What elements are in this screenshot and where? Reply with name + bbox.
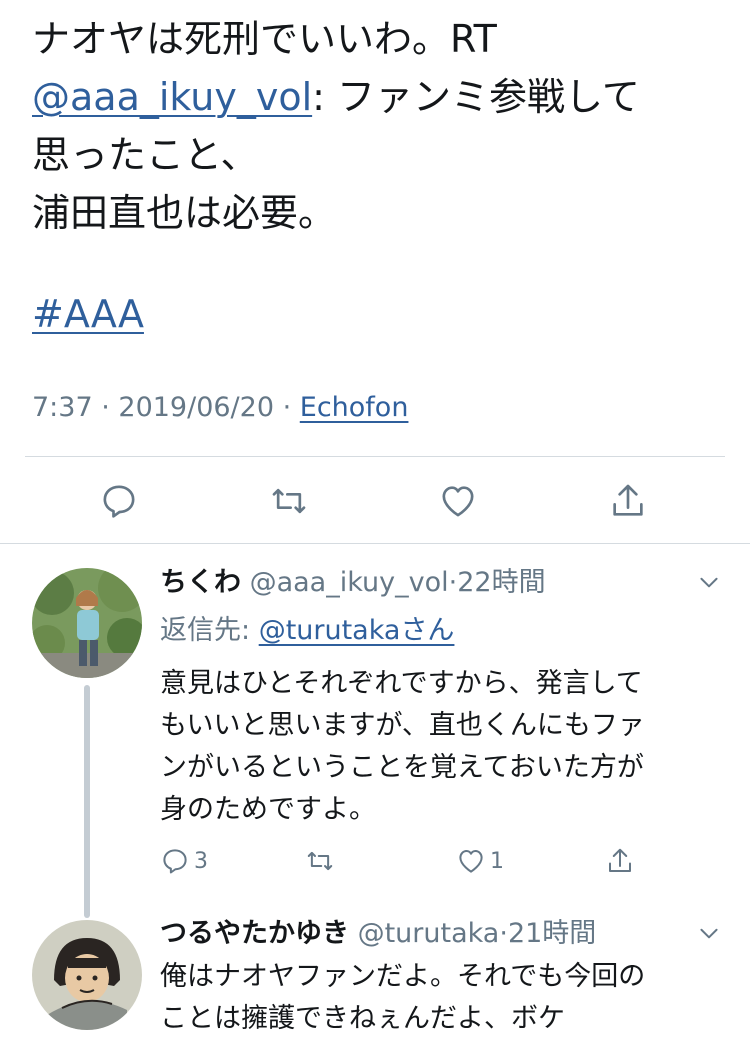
reply-tweet[interactable]: ちくわ @aaa_ikuy_vol·22時間 返信先: @turutakaさん … xyxy=(0,543,750,915)
reply-button[interactable]: 3 xyxy=(160,843,208,879)
user-handle[interactable]: @turutaka xyxy=(358,918,500,949)
tweet-line-2: @aaa_ikuy_vol: ファンミ参戦して xyxy=(32,68,732,126)
thread-line xyxy=(84,908,90,918)
like-button[interactable]: 1 xyxy=(456,843,504,879)
reply-line: 俺はナオヤファンだよ。それでも今回の xyxy=(160,961,646,992)
reply-header: つるやたかゆき @turutaka·21時間 xyxy=(160,916,596,952)
retweet-button[interactable] xyxy=(266,478,312,524)
avatar[interactable] xyxy=(32,920,142,1030)
avatar[interactable] xyxy=(32,568,142,678)
like-count: 1 xyxy=(490,848,504,874)
reply-icon xyxy=(163,849,187,874)
dot-separator: · xyxy=(448,567,458,598)
reply-line: 身のためですよ。 xyxy=(160,794,376,825)
tweet-text: ナオヤは死刑でいいわ。RT @aaa_ikuy_vol: ファンミ参戦して 思っ… xyxy=(32,10,732,242)
reply-button[interactable] xyxy=(96,478,142,524)
tweet-line-4: 浦田直也は必要。 xyxy=(32,191,337,235)
hashtag-row: #AAA xyxy=(32,288,144,340)
divider xyxy=(25,456,725,457)
meta-separator-2: · xyxy=(274,392,300,423)
hashtag-link[interactable]: #AAA xyxy=(32,292,144,336)
display-name[interactable]: つるやたかゆき xyxy=(160,918,349,949)
reply-time: 22時間 xyxy=(457,567,546,598)
reply-text: 俺はナオヤファンだよ。それでも今回の ことは擁護できねぇんだよ、ボケ xyxy=(160,956,720,1040)
reply-line: ことは擁護できねぇんだよ、ボケ xyxy=(160,1003,565,1034)
more-options-button[interactable] xyxy=(694,918,724,948)
tweet-actions xyxy=(0,470,750,530)
avatar-photo xyxy=(32,568,142,678)
reply-actions: 3 1 xyxy=(160,843,720,883)
reply-line: もいいと思いますが、直也くんにもファ xyxy=(160,710,645,741)
display-name[interactable]: ちくわ xyxy=(160,567,241,598)
user-handle[interactable]: @aaa_ikuy_vol xyxy=(250,567,449,598)
reply-tweet[interactable]: つるやたかゆき @turutaka·21時間 俺はナオヤファンだよ。それでも今回… xyxy=(0,908,750,1047)
replying-prefix: 返信先: xyxy=(160,615,259,646)
tweet-date: 2019/06/20 xyxy=(118,392,275,423)
heart-icon xyxy=(442,486,474,517)
tweet-meta: 7:37 · 2019/06/20 · Echofon xyxy=(32,390,408,426)
heart-icon xyxy=(459,850,483,873)
tweet-line-1: ナオヤは死刑でいいわ。RT xyxy=(32,17,497,61)
chevron-down-icon xyxy=(700,577,718,588)
chevron-down-icon xyxy=(700,928,718,939)
share-icon xyxy=(609,848,631,872)
tweet-line-2-rest: : ファンミ参戦して xyxy=(312,75,640,119)
more-options-button[interactable] xyxy=(694,567,724,597)
tweet-line-3: 思ったこと、 xyxy=(32,133,259,177)
reply-icon xyxy=(103,485,135,518)
meta-separator: · xyxy=(92,392,119,423)
reply-line: ンがいるということを覚えておいた方が xyxy=(160,752,644,783)
client-link[interactable]: Echofon xyxy=(300,392,409,423)
avatar-illustration xyxy=(32,920,142,1030)
retweet-icon xyxy=(307,851,333,871)
replying-to: 返信先: @turutakaさん xyxy=(160,613,454,649)
reply-count: 3 xyxy=(194,848,208,874)
like-button[interactable] xyxy=(435,478,481,524)
dot-separator: · xyxy=(499,918,508,949)
retweet-button[interactable] xyxy=(305,843,335,879)
mention-link[interactable]: @aaa_ikuy_vol xyxy=(32,75,312,119)
tweet-time: 7:37 xyxy=(32,392,93,423)
main-tweet: ナオヤは死刑でいいわ。RT @aaa_ikuy_vol: ファンミ参戦して 思っ… xyxy=(0,0,750,544)
reply-time: 21時間 xyxy=(507,918,597,949)
reply-header: ちくわ @aaa_ikuy_vol·22時間 xyxy=(160,565,546,601)
reply-line: 意見はひとそれぞれですから、発言して xyxy=(160,668,643,699)
retweet-icon xyxy=(272,488,306,514)
thread-line xyxy=(84,685,90,915)
reply-text: 意見はひとそれぞれですから、発言して もいいと思いますが、直也くんにもファ ンが… xyxy=(160,663,720,831)
share-icon xyxy=(613,484,643,516)
share-button[interactable] xyxy=(605,478,651,524)
replying-to-link[interactable]: @turutakaさん xyxy=(259,615,455,646)
share-button[interactable] xyxy=(605,843,635,879)
